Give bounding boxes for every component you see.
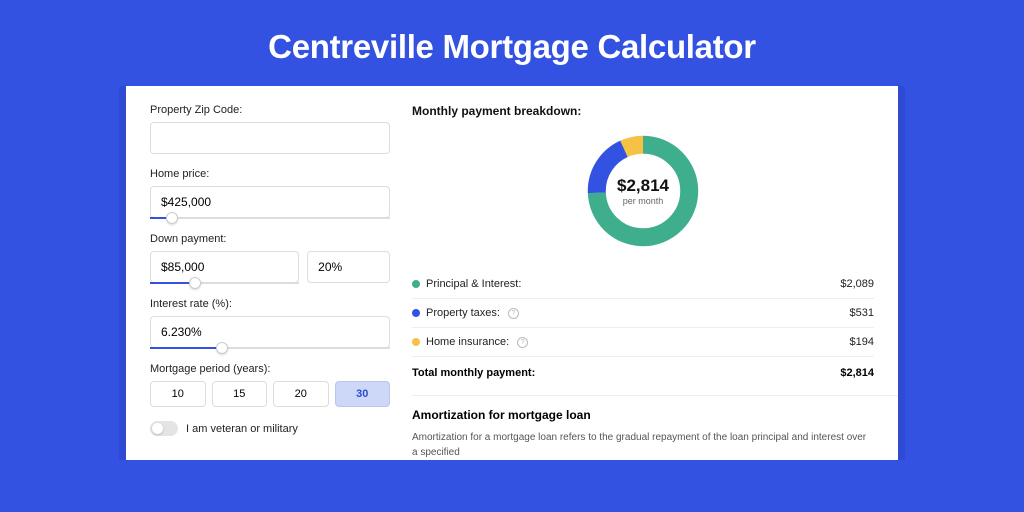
amortization-title: Amortization for mortgage loan xyxy=(412,408,874,422)
interest-label: Interest rate (%): xyxy=(150,298,390,310)
down-payment-input[interactable] xyxy=(150,251,299,283)
interest-group: Interest rate (%): xyxy=(150,298,390,349)
legend-dot xyxy=(412,280,420,288)
legend-label: Home insurance: xyxy=(426,336,509,348)
legend-label: Principal & Interest: xyxy=(426,278,521,290)
card-outer: Property Zip Code: Home price: Down paym… xyxy=(119,86,905,460)
interest-input[interactable] xyxy=(150,316,390,348)
page-title: Centreville Mortgage Calculator xyxy=(0,0,1024,86)
legend-row: Property taxes:? $531 xyxy=(412,299,874,328)
donut-chart: $2,814 per month xyxy=(582,130,704,252)
calculator-card: Property Zip Code: Home price: Down paym… xyxy=(126,86,898,460)
veteran-toggle[interactable] xyxy=(150,421,178,436)
period-option-20[interactable]: 20 xyxy=(273,381,329,407)
info-icon[interactable]: ? xyxy=(517,337,528,348)
donut-sub: per month xyxy=(623,196,664,206)
legend-amount: $2,089 xyxy=(840,278,874,290)
interest-slider[interactable] xyxy=(150,347,390,349)
breakdown-title: Monthly payment breakdown: xyxy=(412,104,874,118)
legend-dot xyxy=(412,338,420,346)
period-option-10[interactable]: 10 xyxy=(150,381,206,407)
info-icon[interactable]: ? xyxy=(508,308,519,319)
period-group: Mortgage period (years): 10152030 xyxy=(150,363,390,407)
zip-label: Property Zip Code: xyxy=(150,104,390,116)
inputs-column: Property Zip Code: Home price: Down paym… xyxy=(150,104,390,460)
total-value: $2,814 xyxy=(840,367,874,379)
down-payment-slider[interactable] xyxy=(150,282,299,284)
legend: Principal & Interest: $2,089 Property taxe… xyxy=(412,270,874,357)
home-price-label: Home price: xyxy=(150,168,390,180)
amortization-text: Amortization for a mortgage loan refers … xyxy=(412,430,874,460)
veteran-row: I am veteran or military xyxy=(150,421,390,436)
total-row: Total monthly payment: $2,814 xyxy=(412,357,874,391)
slider-thumb[interactable] xyxy=(189,277,201,289)
total-label: Total monthly payment: xyxy=(412,367,535,379)
legend-row: Home insurance:? $194 xyxy=(412,328,874,357)
period-label: Mortgage period (years): xyxy=(150,363,390,375)
slider-thumb[interactable] xyxy=(166,212,178,224)
slider-thumb[interactable] xyxy=(216,342,228,354)
breakdown-column: Monthly payment breakdown: $2,814 per mo… xyxy=(412,104,874,460)
period-options: 10152030 xyxy=(150,381,390,407)
legend-dot xyxy=(412,309,420,317)
legend-amount: $194 xyxy=(850,336,874,348)
donut-amount: $2,814 xyxy=(617,176,669,196)
home-price-input[interactable] xyxy=(150,186,390,218)
legend-label: Property taxes: xyxy=(426,307,500,319)
period-option-15[interactable]: 15 xyxy=(212,381,268,407)
down-payment-group: Down payment: xyxy=(150,233,390,284)
zip-input[interactable] xyxy=(150,122,390,154)
period-option-30[interactable]: 30 xyxy=(335,381,391,407)
home-price-slider[interactable] xyxy=(150,217,390,219)
down-payment-label: Down payment: xyxy=(150,233,390,245)
down-payment-pct-input[interactable] xyxy=(307,251,390,283)
donut-chart-wrap: $2,814 per month xyxy=(412,130,874,252)
amortization-section: Amortization for mortgage loan Amortizat… xyxy=(412,396,874,460)
home-price-group: Home price: xyxy=(150,168,390,219)
legend-row: Principal & Interest: $2,089 xyxy=(412,270,874,299)
zip-group: Property Zip Code: xyxy=(150,104,390,154)
veteran-label: I am veteran or military xyxy=(186,423,298,435)
legend-amount: $531 xyxy=(850,307,874,319)
